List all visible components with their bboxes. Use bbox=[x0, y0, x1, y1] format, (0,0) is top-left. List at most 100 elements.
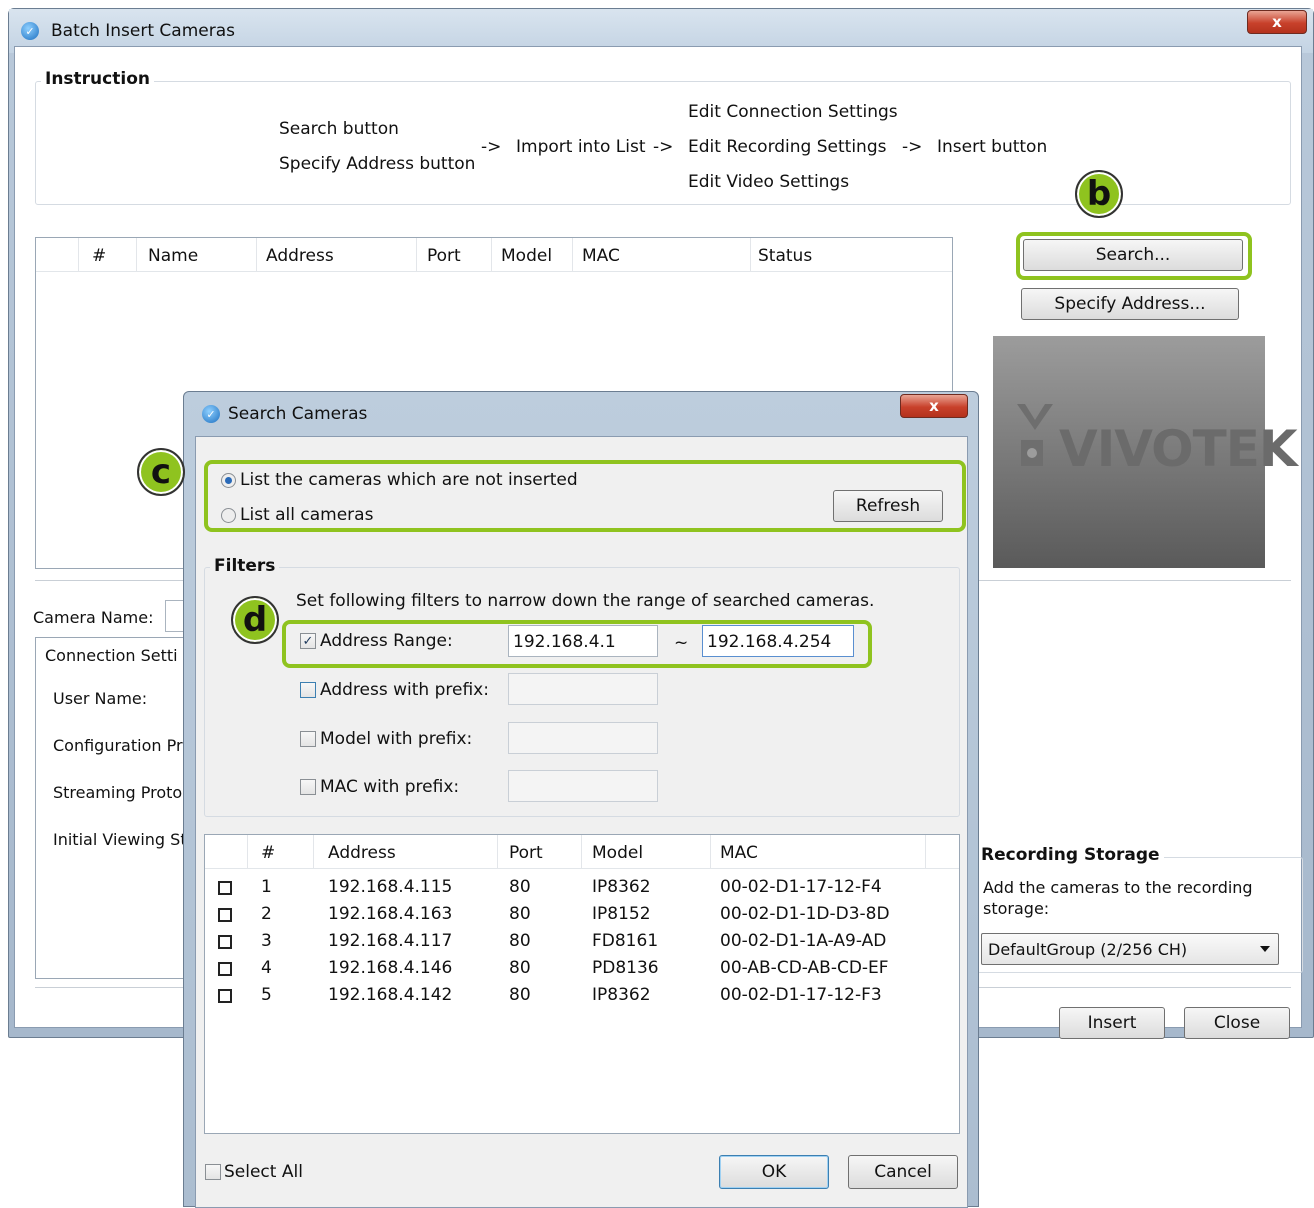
configuration-protocol-label: Configuration Pr bbox=[53, 736, 183, 755]
address-range-label: Address Range: bbox=[320, 631, 453, 651]
address-range-from-input[interactable]: 192.168.4.1 bbox=[508, 625, 658, 657]
address-prefix-checkbox[interactable]: Address with prefix: bbox=[300, 680, 489, 700]
row-model: IP8362 bbox=[592, 877, 651, 897]
row-address: 192.168.4.146 bbox=[328, 958, 453, 978]
row-address: 192.168.4.117 bbox=[328, 931, 453, 951]
radio-all-label: List all cameras bbox=[240, 505, 374, 525]
instruction-step-connection: Edit Connection Settings bbox=[688, 102, 898, 122]
cancel-button[interactable]: Cancel bbox=[848, 1155, 958, 1189]
row-port: 80 bbox=[509, 904, 531, 924]
address-range-to-input[interactable]: 192.168.4.254 bbox=[702, 625, 854, 657]
initial-viewing-label: Initial Viewing St bbox=[53, 830, 187, 849]
row-model: PD8136 bbox=[592, 958, 659, 978]
row-checkbox[interactable] bbox=[218, 908, 232, 922]
column-header-number[interactable]: # bbox=[92, 246, 106, 266]
instruction-step-specify: Specify Address button bbox=[279, 154, 476, 174]
model-prefix-label: Model with prefix: bbox=[320, 729, 473, 749]
row-checkbox[interactable] bbox=[218, 935, 232, 949]
row-checkbox[interactable] bbox=[218, 881, 232, 895]
address-prefix-label: Address with prefix: bbox=[320, 680, 489, 700]
table-row[interactable]: 4 192.168.4.146 80 PD8136 00-AB-CD-AB-CD… bbox=[205, 956, 959, 983]
instruction-step-insert: Insert button bbox=[937, 137, 1048, 157]
callout-c: c bbox=[137, 448, 185, 496]
column-header-address[interactable]: Address bbox=[328, 843, 396, 863]
camera-name-label: Camera Name: bbox=[33, 608, 154, 627]
ok-button[interactable]: OK bbox=[719, 1155, 829, 1189]
row-port: 80 bbox=[509, 877, 531, 897]
radio-all-cameras[interactable]: List all cameras bbox=[221, 505, 373, 525]
callout-b: b bbox=[1075, 170, 1123, 218]
column-header-port[interactable]: Port bbox=[427, 246, 461, 266]
instruction-step-import: Import into List bbox=[516, 137, 646, 157]
select-all-label: Select All bbox=[224, 1162, 303, 1182]
table-row[interactable]: 2 192.168.4.163 80 IP8152 00-02-D1-1D-D3… bbox=[205, 902, 959, 929]
row-mac: 00-02-D1-17-12-F3 bbox=[720, 985, 882, 1005]
row-port: 80 bbox=[509, 985, 531, 1005]
search-button[interactable]: Search... bbox=[1023, 239, 1243, 271]
specify-address-button[interactable]: Specify Address... bbox=[1021, 288, 1239, 320]
table-header: # Address Port Model MAC bbox=[205, 835, 959, 869]
chevron-down-icon bbox=[1260, 946, 1270, 952]
dialog-title: Search Cameras bbox=[228, 404, 368, 424]
row-model: IP8362 bbox=[592, 985, 651, 1005]
row-address: 192.168.4.115 bbox=[328, 877, 453, 897]
table-header: # Name Address Port Model MAC Status bbox=[36, 238, 952, 272]
connection-settings-tab[interactable]: Connection Setti bbox=[45, 646, 178, 665]
mac-prefix-checkbox[interactable]: MAC with prefix: bbox=[300, 777, 459, 797]
search-results-table[interactable]: # Address Port Model MAC 1 192.168.4.115… bbox=[204, 834, 960, 1134]
column-header-address[interactable]: Address bbox=[266, 246, 334, 266]
address-prefix-input[interactable] bbox=[508, 673, 658, 705]
search-cameras-dialog: ✓ Search Cameras x List the cameras whic… bbox=[183, 391, 979, 1208]
checkbox-unchecked-icon bbox=[300, 779, 316, 795]
close-button[interactable]: Close bbox=[1184, 1007, 1290, 1039]
radio-not-inserted-label: List the cameras which are not inserted bbox=[240, 470, 578, 490]
row-number: 1 bbox=[261, 877, 272, 897]
callout-d: d bbox=[231, 596, 279, 644]
model-prefix-input[interactable] bbox=[508, 722, 658, 754]
radio-not-inserted[interactable]: List the cameras which are not inserted bbox=[221, 470, 578, 490]
recording-storage-description: Add the cameras to the recording storage… bbox=[983, 878, 1253, 918]
column-header-number[interactable]: # bbox=[261, 843, 275, 863]
recording-storage-title: Recording Storage bbox=[977, 845, 1164, 865]
column-header-mac[interactable]: MAC bbox=[720, 843, 758, 863]
camera-preview: VIVOTEK bbox=[993, 336, 1298, 568]
filters-title: Filters bbox=[210, 556, 280, 576]
row-address: 192.168.4.163 bbox=[328, 904, 453, 924]
table-row[interactable]: 5 192.168.4.142 80 IP8362 00-02-D1-17-12… bbox=[205, 983, 959, 1010]
radio-unchecked-icon bbox=[221, 507, 236, 523]
window-title: Batch Insert Cameras bbox=[51, 21, 236, 41]
app-icon: ✓ bbox=[202, 405, 220, 423]
column-header-name[interactable]: Name bbox=[148, 246, 198, 266]
mac-prefix-input[interactable] bbox=[508, 770, 658, 802]
row-port: 80 bbox=[509, 931, 531, 951]
row-port: 80 bbox=[509, 958, 531, 978]
column-header-mac[interactable]: MAC bbox=[582, 246, 620, 266]
column-header-port[interactable]: Port bbox=[509, 843, 543, 863]
column-header-model[interactable]: Model bbox=[501, 246, 552, 266]
instruction-arrow: -> bbox=[902, 137, 923, 157]
insert-button[interactable]: Insert bbox=[1059, 1007, 1165, 1039]
row-mac: 00-02-D1-17-12-F4 bbox=[720, 877, 882, 897]
refresh-button[interactable]: Refresh bbox=[833, 490, 943, 522]
model-prefix-checkbox[interactable]: Model with prefix: bbox=[300, 729, 472, 749]
recording-storage-value: DefaultGroup (2/256 CH) bbox=[988, 940, 1188, 959]
table-row[interactable]: 1 192.168.4.115 80 IP8362 00-02-D1-17-12… bbox=[205, 875, 959, 902]
recording-storage-select[interactable]: DefaultGroup (2/256 CH) bbox=[981, 933, 1279, 965]
checkbox-unchecked-icon bbox=[205, 1164, 221, 1180]
streaming-protocol-label: Streaming Proto bbox=[53, 783, 183, 802]
instruction-step-search: Search button bbox=[279, 119, 399, 139]
checkbox-checked-icon: ✓ bbox=[300, 633, 316, 649]
row-checkbox[interactable] bbox=[218, 989, 232, 1003]
close-icon[interactable]: x bbox=[900, 394, 968, 418]
column-header-status[interactable]: Status bbox=[758, 246, 812, 266]
select-all-checkbox[interactable]: Select All bbox=[205, 1162, 303, 1182]
table-row[interactable]: 3 192.168.4.117 80 FD8161 00-02-D1-1A-A9… bbox=[205, 929, 959, 956]
address-range-checkbox[interactable]: ✓ Address Range: bbox=[300, 631, 453, 651]
row-mac: 00-AB-CD-AB-CD-EF bbox=[720, 958, 889, 978]
user-name-label: User Name: bbox=[53, 689, 148, 708]
row-number: 4 bbox=[261, 958, 272, 978]
row-checkbox[interactable] bbox=[218, 962, 232, 976]
close-icon[interactable]: x bbox=[1247, 10, 1307, 34]
row-number: 2 bbox=[261, 904, 272, 924]
column-header-model[interactable]: Model bbox=[592, 843, 643, 863]
